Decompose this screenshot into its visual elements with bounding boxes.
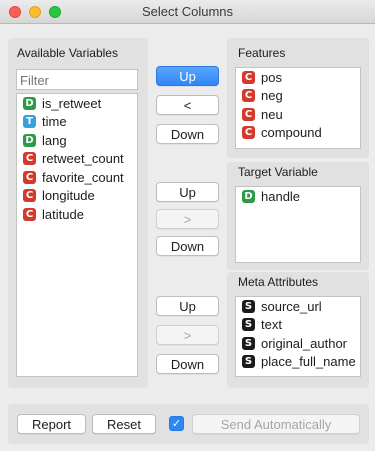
discrete-variable-icon: D (23, 96, 36, 110)
move-to-target-button[interactable]: > (156, 209, 219, 229)
list-item[interactable]: Cpos (236, 68, 360, 87)
list-item-label: latitude (42, 206, 84, 222)
list-item[interactable]: Ttime (17, 113, 137, 132)
list-item[interactable]: Dis_retweet (17, 94, 137, 113)
list-item[interactable]: Ccompound (236, 124, 360, 143)
list-item[interactable]: Clongitude (17, 187, 137, 206)
features-list[interactable]: Cpos Cneg Cneu Ccompound (235, 67, 361, 149)
list-item-label: lang (42, 132, 67, 148)
list-item-label: longitude (42, 188, 95, 204)
list-item-label: compound (261, 125, 322, 141)
list-item-label: retweet_count (42, 151, 124, 167)
discrete-variable-icon: D (242, 189, 255, 203)
meta-attributes-title: Meta Attributes (238, 275, 319, 289)
features-title: Features (238, 46, 286, 60)
list-item[interactable]: Stext (236, 316, 360, 335)
auto-send-checkbox[interactable]: ✓ (169, 416, 184, 431)
list-item[interactable]: Soriginal_author (236, 334, 360, 353)
available-variables-list[interactable]: Dis_retweet Ttime Dlang Cretweet_count C… (16, 93, 138, 377)
list-item[interactable]: Ssource_url (236, 297, 360, 316)
list-item-label: original_author (261, 335, 348, 351)
list-item-label: favorite_count (42, 169, 124, 185)
window-title: Select Columns (141, 4, 234, 19)
send-automatically-button[interactable]: Send Automatically (192, 414, 360, 434)
list-item[interactable]: Clatitude (17, 205, 137, 224)
report-button[interactable]: Report (17, 414, 86, 434)
list-item[interactable]: Cfavorite_count (17, 168, 137, 187)
time-variable-icon: T (23, 115, 36, 129)
target-up-button[interactable]: Up (156, 182, 219, 202)
meta-up-button[interactable]: Up (156, 296, 219, 316)
continuous-variable-icon: C (242, 70, 255, 84)
continuous-variable-icon: C (242, 107, 255, 121)
features-up-button[interactable]: Up (156, 66, 219, 86)
string-variable-icon: S (242, 318, 255, 332)
move-to-meta-button[interactable]: > (156, 325, 219, 345)
continuous-variable-icon: C (23, 189, 36, 203)
list-item[interactable]: Cretweet_count (17, 150, 137, 169)
filter-input[interactable] (16, 69, 138, 90)
list-item-label: pos (261, 69, 282, 85)
continuous-variable-icon: C (23, 170, 36, 184)
target-variable-title: Target Variable (238, 165, 318, 179)
available-variables-title: Available Variables (17, 46, 118, 60)
string-variable-icon: S (242, 299, 255, 313)
move-to-available-button[interactable]: < (156, 95, 219, 115)
list-item-label: handle (261, 188, 301, 204)
target-down-button[interactable]: Down (156, 236, 219, 256)
continuous-variable-icon: C (23, 207, 36, 221)
meta-down-button[interactable]: Down (156, 354, 219, 374)
list-item-label: neu (261, 106, 283, 122)
list-item-label: place_full_name (261, 354, 356, 370)
string-variable-icon: S (242, 355, 255, 369)
list-item-label: time (42, 114, 67, 130)
list-item-label: is_retweet (42, 95, 102, 111)
string-variable-icon: S (242, 336, 255, 350)
list-item-label: text (261, 317, 282, 333)
list-item[interactable]: Cneg (236, 87, 360, 106)
continuous-variable-icon: C (23, 152, 36, 166)
title-bar: Select Columns (0, 0, 375, 24)
features-down-button[interactable]: Down (156, 124, 219, 144)
meta-attributes-list[interactable]: Ssource_url Stext Soriginal_author Splac… (235, 296, 361, 377)
continuous-variable-icon: C (242, 126, 255, 140)
list-item[interactable]: Dlang (17, 131, 137, 150)
list-item-label: neg (261, 88, 283, 104)
continuous-variable-icon: C (242, 89, 255, 103)
discrete-variable-icon: D (23, 133, 36, 147)
list-item[interactable]: Splace_full_name (236, 353, 360, 372)
list-item[interactable]: Dhandle (236, 187, 360, 206)
list-item[interactable]: Cneu (236, 105, 360, 124)
reset-button[interactable]: Reset (92, 414, 156, 434)
target-variable-list[interactable]: Dhandle (235, 186, 361, 263)
list-item-label: source_url (261, 298, 322, 314)
